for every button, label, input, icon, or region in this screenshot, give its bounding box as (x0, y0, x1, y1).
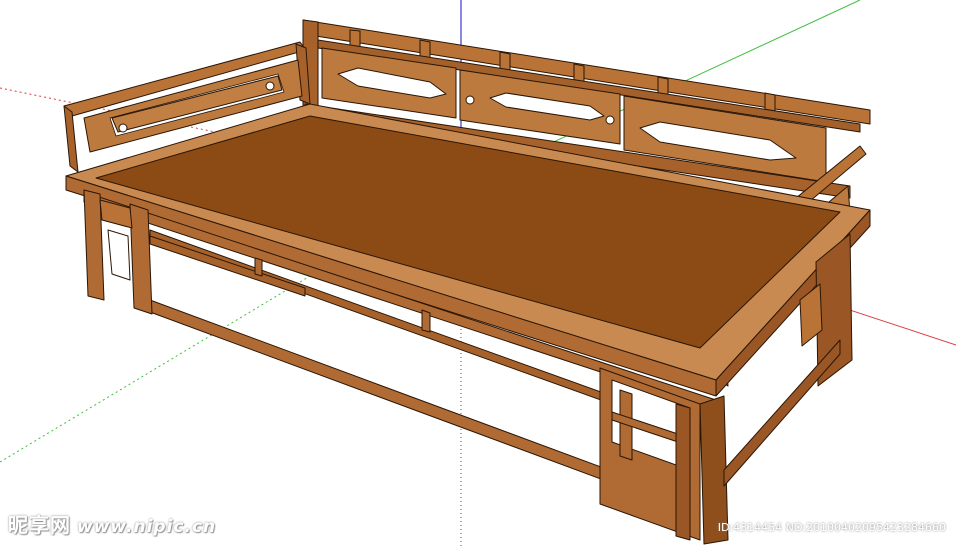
watermark-site-url: www.nipic.cn (77, 517, 217, 537)
watermark-image-id: ID:4314454 NO:20100402095423284660 (717, 521, 946, 534)
model-viewport[interactable] (0, 0, 956, 548)
watermark-logo: 昵享网 www.nipic.cn (8, 509, 216, 538)
watermark-site-name: 昵享网 (8, 513, 71, 537)
daybed-model (0, 0, 956, 548)
